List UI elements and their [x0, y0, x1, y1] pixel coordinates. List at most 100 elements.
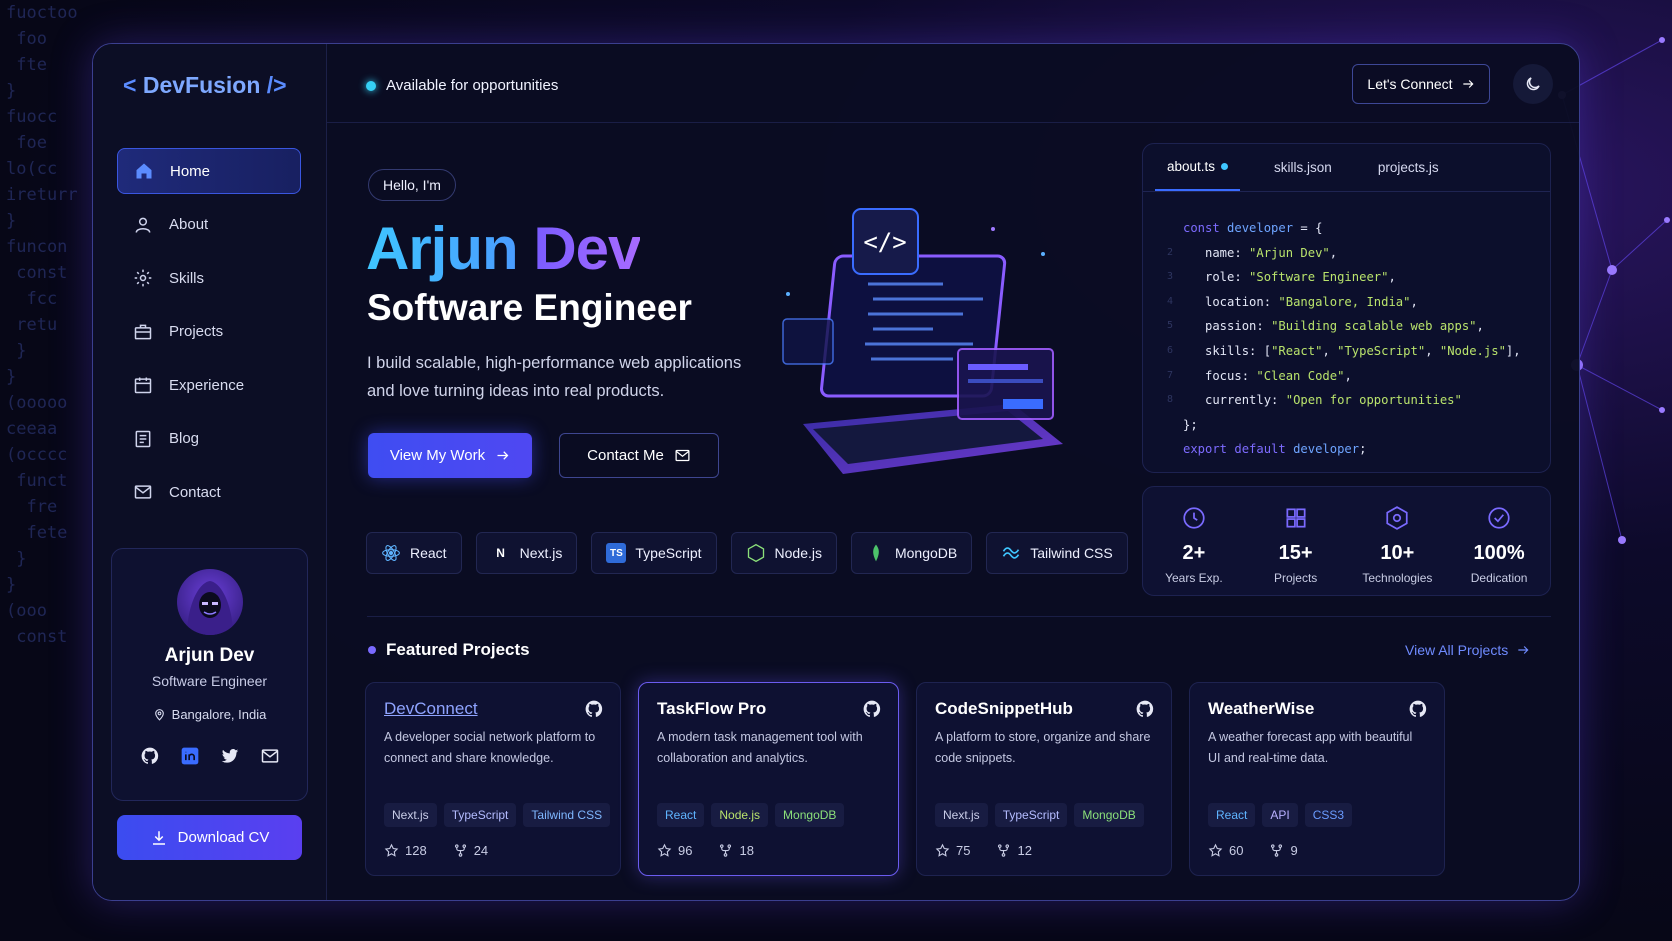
star-icon [384, 843, 399, 857]
sidebar-item-experience[interactable]: Experience [117, 362, 301, 408]
project-tag: Node.js [711, 803, 769, 827]
github-icon[interactable] [140, 746, 160, 766]
github-icon[interactable] [1135, 699, 1155, 719]
tech-chip-nextjs: N Next.js [475, 532, 578, 574]
sidebar-item-label: Skills [169, 269, 205, 287]
download-icon [152, 830, 165, 845]
code-line: }; [1183, 417, 1198, 432]
fork-count: 9 [1269, 843, 1298, 858]
download-cv-button[interactable]: Download CV [117, 815, 302, 860]
sidebar-item-home[interactable]: Home [117, 148, 301, 194]
linkedin-icon[interactable] [180, 746, 200, 766]
tab-skills-json[interactable]: skills.json [1262, 144, 1344, 191]
availability-text: Available for opportunities [386, 77, 559, 94]
code-line: 2 name: "Arjun Dev", [1166, 245, 1338, 260]
project-tag: TypeScript [994, 803, 1068, 827]
project-description: A weather forecast app with beautiful UI… [1208, 730, 1413, 765]
download-cv-label: Download CV [177, 829, 270, 846]
code-line: 5 passion: "Building scalable web apps", [1166, 319, 1484, 334]
fork-icon [454, 844, 466, 857]
logo-close-bracket: /> [266, 72, 287, 98]
tech-chip-label: Tailwind CSS [1030, 545, 1113, 561]
gear-icon [134, 269, 152, 287]
github-icon[interactable] [862, 699, 882, 719]
tech-chip-typescript: TS TypeScript [591, 532, 717, 574]
avatar [176, 569, 243, 635]
home-icon [136, 163, 152, 179]
star-count: 75 [935, 843, 970, 858]
code-line: const developer = { [1183, 221, 1323, 235]
view-all-projects-link[interactable]: View All Projects [1405, 642, 1530, 658]
twitter-icon[interactable] [220, 746, 240, 766]
svg-text:</>: </> [863, 228, 906, 256]
social-links [112, 746, 307, 766]
hexagon-chip-icon [1386, 506, 1408, 530]
user-icon [135, 217, 151, 233]
sidebar-item-about[interactable]: About [117, 202, 301, 248]
stat-projects: 15+ Projects [1245, 487, 1347, 595]
project-title[interactable]: CodeSnippetHub [935, 699, 1153, 719]
view-all-label: View All Projects [1405, 642, 1509, 658]
tech-chip-nodejs: Node.js [730, 532, 837, 574]
stat-value: 15+ [1278, 542, 1313, 564]
fork-count: 12 [996, 843, 1032, 858]
fork-count-value: 24 [473, 843, 489, 858]
code-line: 3 role: "Software Engineer", [1166, 270, 1396, 285]
code-line: export default developer; [1183, 442, 1367, 457]
mail-icon [134, 485, 152, 499]
project-title[interactable]: WeatherWise [1208, 699, 1426, 719]
stat-value: 100% [1473, 542, 1525, 564]
project-meta: 128 24 [384, 843, 488, 858]
github-icon[interactable] [584, 699, 604, 719]
project-meta: 96 18 [657, 843, 754, 858]
logo[interactable]: < DevFusion /> [123, 72, 287, 99]
project-card-weatherwise[interactable]: WeatherWise A weather forecast app with … [1189, 682, 1445, 876]
tech-chip-label: TypeScript [635, 545, 702, 561]
app-window: < DevFusion /> Home About Skills Project… [92, 43, 1580, 901]
fork-icon [720, 844, 732, 857]
sidebar-item-label: Experience [169, 376, 245, 394]
arrow-right-icon [497, 451, 509, 460]
project-title[interactable]: DevConnect [384, 699, 602, 719]
project-description: A modern task management tool with colla… [657, 730, 863, 765]
project-card-taskflow-pro[interactable]: TaskFlow Pro A modern task management to… [638, 682, 899, 876]
project-meta: 60 9 [1208, 843, 1298, 858]
project-tag: CSS3 [1304, 803, 1353, 827]
view-my-work-button[interactable]: View My Work [368, 433, 532, 478]
project-tag: Next.js [935, 803, 988, 827]
stat-label: Projects [1273, 571, 1318, 585]
project-tags: React Node.js MongoDB [657, 803, 845, 827]
email-icon[interactable] [260, 746, 280, 766]
tech-chip-mongodb: MongoDB [850, 532, 973, 574]
availability-status: Available for opportunities [366, 77, 558, 94]
featured-projects-heading: Featured Projects [368, 640, 530, 660]
github-icon[interactable] [1408, 699, 1428, 719]
sidebar-item-skills[interactable]: Skills [117, 255, 301, 301]
project-description: A developer social network platform to c… [384, 730, 596, 765]
tech-chip-tailwind: Tailwind CSS [986, 532, 1128, 574]
tab-about-ts[interactable]: about.ts [1155, 144, 1241, 191]
lets-connect-button[interactable]: Let's Connect [1352, 64, 1490, 104]
sidebar-item-blog[interactable]: Blog [117, 416, 301, 462]
status-dot [366, 80, 376, 91]
sidebar-item-projects[interactable]: Projects [117, 309, 301, 355]
logo-text: DevFusion [142, 72, 261, 98]
profile-location-text: Bangalore, India [171, 707, 267, 722]
project-tag: React [657, 803, 705, 827]
sidebar-item-label: Home [170, 162, 211, 180]
project-title[interactable]: TaskFlow Pro [657, 699, 880, 719]
briefcase-icon [134, 324, 152, 339]
sidebar-item-label: Contact [169, 483, 221, 501]
project-card-devconnect[interactable]: DevConnect A developer social network pl… [365, 682, 621, 876]
contact-me-button[interactable]: Contact Me [559, 433, 719, 478]
project-card-codesnippethub[interactable]: CodeSnippetHub A platform to store, orga… [916, 682, 1172, 876]
hero-last-name: Dev [533, 215, 641, 282]
location-pin-icon [154, 709, 164, 721]
tab-projects-js[interactable]: projects.js [1366, 144, 1451, 191]
stat-years: 2+ Years Exp. [1143, 487, 1245, 595]
theme-toggle-button[interactable] [1513, 64, 1553, 104]
check-circle-icon [1488, 507, 1510, 529]
profile-card: Arjun Dev Software Engineer Bangalore, I… [111, 548, 308, 801]
sidebar-item-contact[interactable]: Contact [117, 469, 301, 515]
hero-first-name: Arjun [366, 215, 519, 282]
